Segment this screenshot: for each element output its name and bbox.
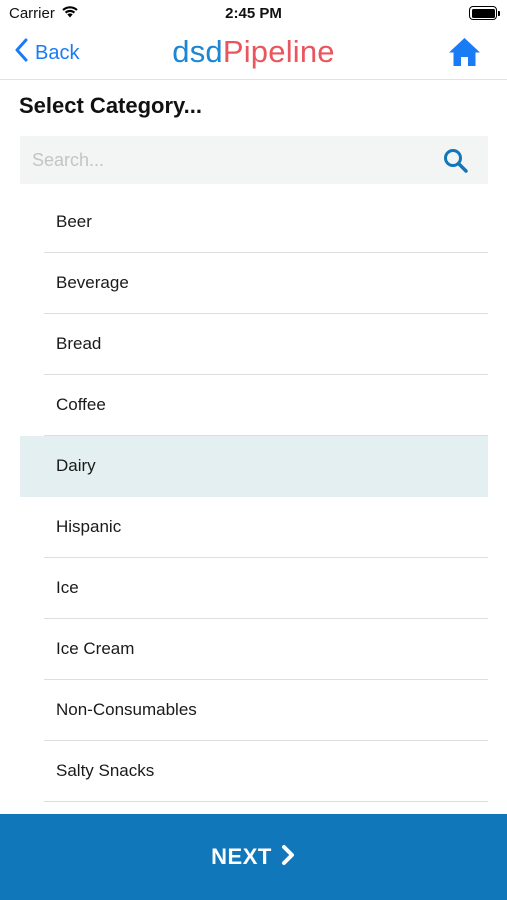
logo-text-pipeline: Pipeline — [222, 34, 335, 69]
list-item-ice-cream[interactable]: Ice Cream — [0, 619, 507, 680]
status-time: 2:45 PM — [225, 5, 282, 22]
list-item-coffee[interactable]: Coffee — [0, 375, 507, 436]
list-item-label: Salty Snacks — [56, 761, 155, 780]
list-item-label: Bread — [56, 334, 102, 353]
page-title: Select Category... — [19, 93, 202, 118]
list-item-ice[interactable]: Ice — [0, 558, 507, 619]
back-label: Back — [35, 41, 80, 64]
home-icon — [448, 38, 481, 71]
list-item-hispanic[interactable]: Hispanic — [0, 497, 507, 558]
logo-text-dsd: dsd — [172, 34, 223, 69]
back-button[interactable]: Back — [14, 38, 79, 68]
list-item-label: Beverage — [56, 273, 129, 292]
list-item-non-consumables[interactable]: Non-Consumables — [0, 680, 507, 741]
category-list: Beer Beverage Bread Coffee Dairy Hispani… — [0, 192, 507, 802]
search-icon[interactable] — [443, 148, 468, 178]
list-item-label: Hispanic — [56, 517, 122, 536]
list-item-dairy[interactable]: Dairy — [0, 436, 507, 497]
list-item-label: Beer — [56, 212, 92, 231]
list-item-beer[interactable]: Beer — [0, 192, 507, 253]
chevron-right-icon — [280, 844, 296, 871]
next-button[interactable]: NEXT — [0, 814, 507, 900]
list-item-label: Dairy — [56, 456, 96, 475]
status-bar: Carrier 2:45 PM — [0, 0, 507, 28]
divider — [44, 801, 488, 802]
list-item-label: Ice — [56, 578, 79, 597]
home-button[interactable] — [448, 37, 481, 72]
list-item-label: Ice Cream — [56, 639, 135, 658]
battery-icon — [469, 6, 500, 20]
list-item-label: Non-Consumables — [56, 700, 197, 719]
list-item-salty-snacks[interactable]: Salty Snacks — [0, 741, 507, 802]
next-label: NEXT — [211, 844, 272, 869]
search-bar — [20, 136, 488, 184]
chevron-left-icon — [14, 38, 28, 68]
search-input[interactable] — [20, 136, 430, 184]
list-item-bread[interactable]: Bread — [0, 314, 507, 375]
list-item-beverage[interactable]: Beverage — [0, 253, 507, 314]
nav-bar: Back dsdPipeline — [0, 28, 507, 80]
list-item-label: Coffee — [56, 395, 106, 414]
